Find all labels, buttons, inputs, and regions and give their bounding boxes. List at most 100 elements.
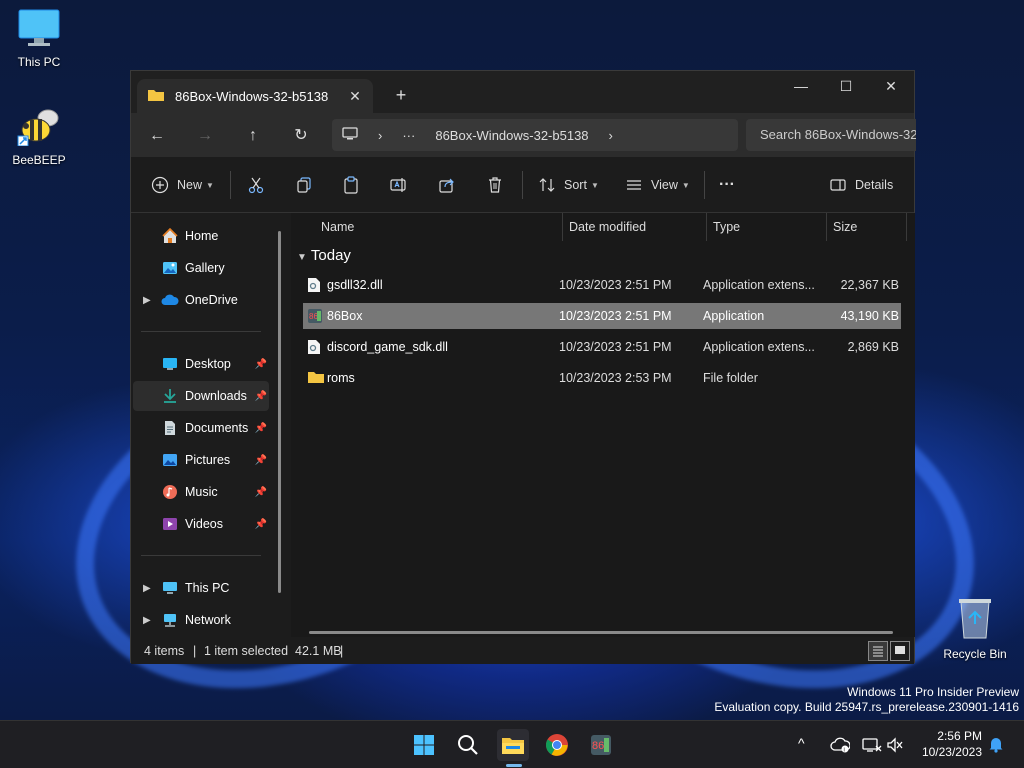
bee-icon <box>4 106 74 149</box>
column-header-type[interactable]: Type <box>705 213 827 241</box>
paste-button[interactable] <box>340 171 362 199</box>
more-options-button[interactable]: ··· <box>719 171 735 199</box>
network-tray-icon[interactable] <box>862 737 882 756</box>
sidebar-item-gallery[interactable]: Gallery <box>133 253 269 283</box>
pin-icon: 📌 <box>254 518 267 530</box>
share-button[interactable] <box>436 171 458 199</box>
windows-logo-icon <box>414 735 434 755</box>
large-icons-view-icon <box>895 646 905 654</box>
sidebar-item-downloads[interactable]: Downloads 📌 <box>133 381 269 411</box>
sidebar-item-onedrive[interactable]: ▶ OneDrive <box>133 285 269 315</box>
onedrive-tray-icon[interactable]: i <box>830 737 851 756</box>
details-view-icon <box>873 646 883 657</box>
desktop-icon-label: This PC <box>17 55 61 69</box>
file-explorer-icon <box>502 738 524 754</box>
status-separator: | <box>193 644 197 658</box>
file-name: 86Box <box>327 309 363 323</box>
sidebar-item-documents[interactable]: Documents 📌 <box>133 413 269 443</box>
file-row-86box[interactable]: 86 86Box 10/23/2023 2:51 PM Application … <box>303 303 901 329</box>
desktop-icon-label: Recycle Bin <box>943 647 1007 661</box>
details-pane-button[interactable]: Details <box>827 171 893 199</box>
copy-button[interactable] <box>293 171 315 199</box>
breadcrumb-separator[interactable]: › <box>368 128 392 143</box>
breadcrumb-more[interactable]: ··· <box>392 128 425 143</box>
system-clock[interactable]: 2:56 PM 10/23/2023 <box>904 728 982 760</box>
notification-bell-icon[interactable] <box>988 735 1004 756</box>
sidebar-item-label: This PC <box>185 581 230 595</box>
chevron-right-icon[interactable]: ▶ <box>143 295 157 306</box>
file-row-gsdll32[interactable]: gsdll32.dll 10/23/2023 2:51 PM Applicati… <box>303 272 901 298</box>
sidebar-item-network[interactable]: ▶ Network <box>133 605 269 635</box>
taskbar-86box[interactable]: 86 <box>585 729 617 761</box>
rename-button[interactable] <box>388 171 410 199</box>
file-size: 22,367 KB <box>840 278 899 292</box>
new-tab-button[interactable]: + <box>389 83 413 107</box>
tab-close-icon[interactable]: ✕ <box>343 88 367 105</box>
new-label: New <box>177 178 203 192</box>
forward-button[interactable]: → <box>192 123 218 149</box>
desktop-icon-recycle-bin[interactable]: Recycle Bin <box>940 596 1010 661</box>
breadcrumb-separator[interactable]: › <box>599 128 623 143</box>
chevron-right-icon[interactable]: ▶ <box>143 583 157 594</box>
address-bar[interactable]: › ··· 86Box-Windows-32-b5138 › <box>332 119 738 151</box>
sidebar-item-desktop[interactable]: Desktop 📌 <box>133 349 269 379</box>
sidebar-item-home[interactable]: Home <box>133 221 269 251</box>
status-separator: | <box>340 644 344 658</box>
sort-button[interactable]: Sort ▼ <box>536 171 599 199</box>
toolbar-divider <box>704 171 705 199</box>
new-button[interactable]: New ▼ <box>149 171 214 199</box>
rename-icon <box>388 174 410 196</box>
chevron-right-icon[interactable]: ▶ <box>143 615 157 626</box>
details-pane-icon <box>827 174 849 196</box>
sidebar-scrollbar[interactable] <box>278 231 281 593</box>
search-input[interactable]: Search 86Box-Windows-32-b5138 <box>746 119 916 151</box>
sidebar-item-music[interactable]: Music 📌 <box>133 477 269 507</box>
details-view-toggle[interactable] <box>868 641 888 661</box>
group-header-today[interactable]: ▼ Today <box>297 247 351 264</box>
close-button[interactable]: ✕ <box>868 71 914 103</box>
breadcrumb-current-folder[interactable]: 86Box-Windows-32-b5138 <box>425 128 598 143</box>
sidebar-item-label: Downloads <box>185 389 247 403</box>
desktop-icon-this-pc[interactable]: This PC <box>4 8 74 69</box>
this-pc-breadcrumb-icon[interactable] <box>332 126 368 144</box>
tab-title: 86Box-Windows-32-b5138 <box>175 88 329 104</box>
back-button[interactable]: ← <box>144 123 170 149</box>
start-button[interactable] <box>408 729 440 761</box>
taskbar-file-explorer[interactable] <box>497 729 529 761</box>
delete-button[interactable] <box>484 171 506 199</box>
file-row-roms[interactable]: roms 10/23/2023 2:53 PM File folder <box>303 365 901 391</box>
volume-muted-icon[interactable] <box>886 737 904 756</box>
column-header-name[interactable]: Name <box>313 213 563 241</box>
horizontal-scrollbar[interactable] <box>309 631 893 634</box>
trash-icon <box>484 174 506 196</box>
file-name: discord_game_sdk.dll <box>327 340 448 354</box>
search-button[interactable] <box>452 729 484 761</box>
file-row-discord-game-sdk[interactable]: discord_game_sdk.dll 10/23/2023 2:51 PM … <box>303 334 901 360</box>
sidebar-item-videos[interactable]: Videos 📌 <box>133 509 269 539</box>
sidebar-item-label: Network <box>185 613 231 627</box>
view-button[interactable]: View ▼ <box>623 171 690 199</box>
chrome-icon <box>546 734 568 756</box>
sidebar-item-this-pc[interactable]: ▶ This PC <box>133 573 269 603</box>
sidebar-item-label: Videos <box>185 517 223 531</box>
column-header-date-modified[interactable]: Date modified <box>561 213 707 241</box>
sort-label: Sort <box>564 178 587 192</box>
maximize-button[interactable]: ☐ <box>823 71 869 103</box>
minimize-button[interactable]: — <box>778 71 824 103</box>
up-button[interactable]: ↑ <box>240 123 266 149</box>
show-hidden-icons-button[interactable]: ^ <box>798 735 805 751</box>
cut-button[interactable] <box>245 171 267 199</box>
file-type: Application <box>703 309 765 323</box>
86box-app-icon: 86 <box>591 735 611 755</box>
toolbar-divider <box>522 171 523 199</box>
column-header-size[interactable]: Size <box>825 213 907 241</box>
tiles-view-toggle[interactable] <box>890 641 910 661</box>
navigation-bar: ← → ↑ ↻ › ··· 86Box-Windows-32-b5138 › S… <box>131 113 916 157</box>
plus-circle-icon <box>149 174 171 196</box>
sidebar-item-pictures[interactable]: Pictures 📌 <box>133 445 269 475</box>
desktop-icon-beebeep[interactable]: BeeBEEP <box>4 106 74 167</box>
taskbar-chrome[interactable] <box>541 729 573 761</box>
tab-86box-folder[interactable]: 86Box-Windows-32-b5138 ✕ <box>137 79 373 113</box>
active-app-indicator <box>506 764 522 767</box>
refresh-button[interactable]: ↻ <box>288 123 314 149</box>
